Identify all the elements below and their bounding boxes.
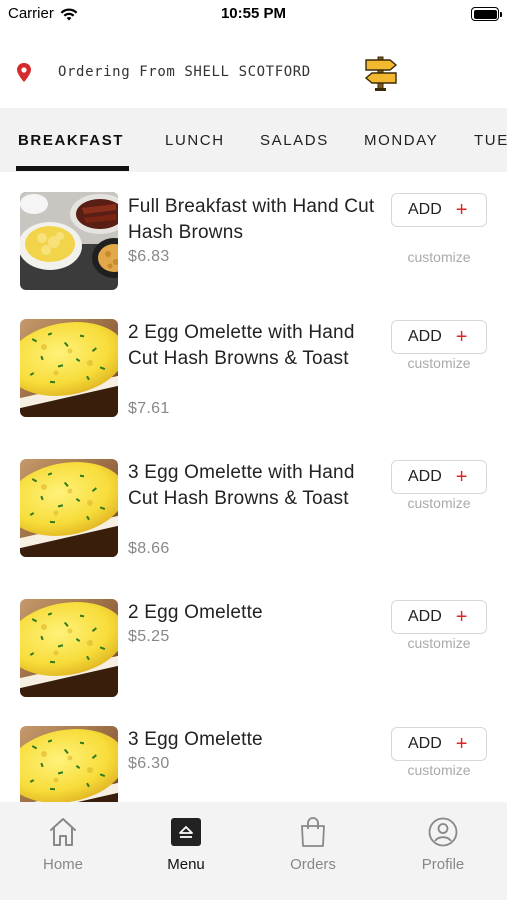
add-button-label: ADD: [408, 608, 442, 625]
item-price: $6.30: [128, 755, 170, 772]
ordering-location-label: Ordering From SHELL SCOTFORD: [58, 64, 311, 80]
item-name: Full Breakfast with Hand Cut Hash Browns: [128, 196, 375, 243]
plus-icon: +: [455, 199, 468, 221]
status-time: 10:55 PM: [220, 5, 287, 22]
plus-icon: +: [455, 466, 468, 488]
item-price: $8.66: [128, 540, 170, 557]
tab-salads[interactable]: SALADS: [260, 108, 329, 172]
item-price: $7.61: [128, 400, 170, 417]
plus-icon: +: [455, 606, 468, 628]
nav-profile-label: Profile: [421, 856, 465, 873]
nav-orders[interactable]: Orders: [268, 816, 358, 873]
menu-icon: [171, 818, 201, 846]
plus-icon: +: [455, 326, 468, 348]
omelette-image: [20, 459, 118, 557]
customize-link[interactable]: customize: [391, 249, 487, 265]
status-bar: Carrier 10:55 PM: [0, 0, 507, 30]
home-icon: [50, 818, 76, 846]
nav-home-label: Home: [42, 856, 83, 873]
add-button[interactable]: ADD +: [391, 193, 487, 227]
customize-link[interactable]: customize: [391, 635, 487, 651]
add-button[interactable]: ADD +: [391, 460, 487, 494]
item-name: 2 Egg Omelette: [128, 602, 263, 623]
bottom-nav: Home Menu Orders Profile: [0, 802, 507, 900]
menu-list: Full Breakfast with Hand Cut Hash Browns…: [0, 172, 507, 802]
customize-link[interactable]: customize: [391, 495, 487, 511]
omelette-image: [20, 319, 118, 417]
add-button-label: ADD: [408, 328, 442, 345]
item-name: 3 Egg Omelette: [128, 729, 263, 750]
add-button[interactable]: ADD +: [391, 600, 487, 634]
add-button-label: ADD: [408, 468, 442, 485]
tab-tuesday[interactable]: TUE: [474, 108, 507, 172]
profile-icon: [428, 817, 458, 847]
customize-link[interactable]: customize: [391, 762, 487, 778]
shopping-bag-icon: [301, 817, 325, 847]
tab-monday[interactable]: MONDAY: [364, 108, 438, 172]
item-price: $6.83: [128, 248, 170, 265]
item-name: 3 Egg Omelette with Hand Cut Hash Browns…: [128, 462, 355, 509]
add-button-label: ADD: [408, 201, 442, 218]
omelette-image: [20, 599, 118, 697]
category-tabs: BREAKFAST LUNCH SALADS MONDAY TUE: [0, 108, 507, 172]
add-button-label: ADD: [408, 735, 442, 752]
customize-link[interactable]: customize: [391, 355, 487, 371]
location-header[interactable]: Ordering From SHELL SCOTFORD: [0, 42, 507, 106]
item-price: $5.25: [128, 628, 170, 645]
tab-lunch[interactable]: LUNCH: [165, 108, 225, 172]
signpost-icon[interactable]: [363, 54, 399, 92]
nav-profile[interactable]: Profile: [398, 816, 488, 873]
nav-orders-label: Orders: [290, 856, 336, 873]
tab-breakfast[interactable]: BREAKFAST: [18, 108, 124, 172]
battery-icon: [471, 7, 502, 21]
nav-home[interactable]: Home: [18, 816, 108, 873]
location-pin-icon: [17, 63, 31, 82]
add-button[interactable]: ADD +: [391, 320, 487, 354]
nav-menu[interactable]: Menu: [141, 816, 231, 873]
active-tab-indicator: [16, 166, 129, 171]
nav-menu-label: Menu: [167, 856, 205, 873]
plus-icon: +: [455, 733, 468, 755]
full-breakfast-image: [20, 192, 118, 290]
item-name: 2 Egg Omelette with Hand Cut Hash Browns…: [128, 322, 355, 369]
omelette-image: [20, 726, 118, 802]
add-button[interactable]: ADD +: [391, 727, 487, 761]
